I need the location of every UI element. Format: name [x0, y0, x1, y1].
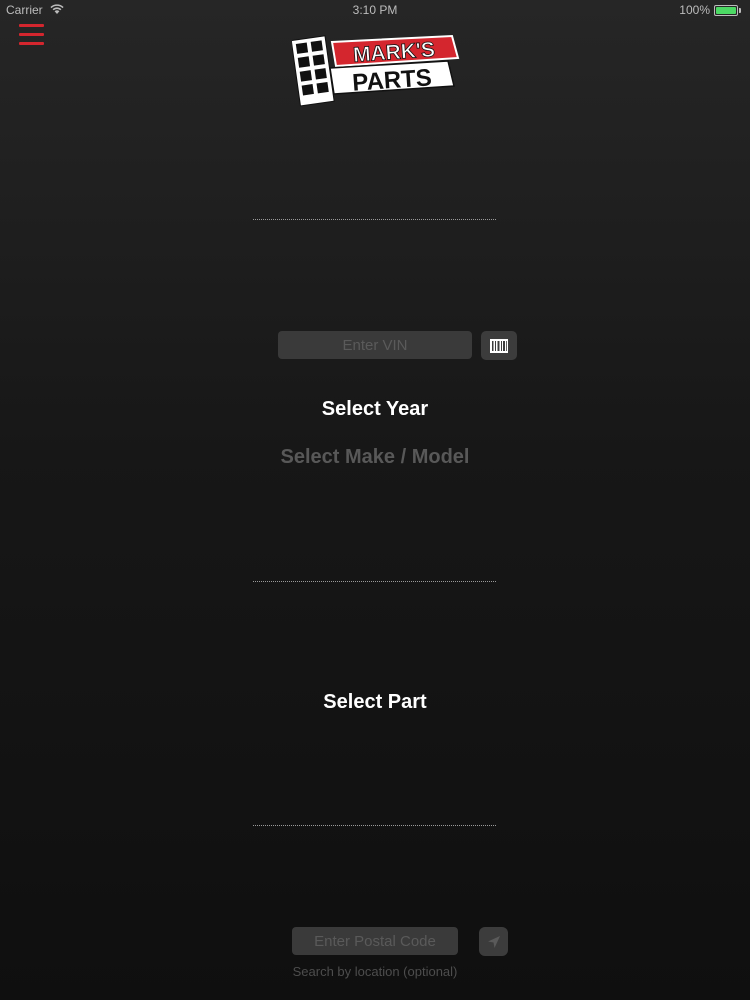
battery-icon	[714, 5, 738, 16]
menu-bar	[19, 33, 44, 36]
barcode-icon	[490, 338, 508, 353]
clock: 3:10 PM	[352, 3, 398, 17]
screen: Carrier 3:10 PM 100% MARK'S PARTS Enter …	[0, 0, 750, 1000]
logo-line2: PARTS	[351, 64, 432, 96]
barcode-scan-button[interactable]	[481, 331, 517, 360]
battery-level	[716, 7, 736, 14]
battery-tip	[739, 8, 741, 13]
menu-bar	[19, 42, 44, 45]
postal-code-input[interactable]	[292, 927, 458, 955]
hamburger-menu-icon[interactable]	[19, 22, 44, 48]
divider	[253, 581, 496, 582]
select-year-button[interactable]: Select Year	[0, 398, 750, 421]
status-bar: Carrier 3:10 PM 100%	[0, 0, 750, 20]
divider	[253, 219, 496, 220]
location-icon	[487, 935, 500, 948]
divider	[253, 825, 496, 826]
battery-percentage: 100%	[679, 3, 710, 17]
select-make-model-button[interactable]: Select Make / Model	[0, 446, 750, 469]
menu-bar	[19, 24, 44, 27]
marks-parts-logo: MARK'S PARTS	[292, 34, 460, 107]
location-button[interactable]	[479, 927, 508, 956]
location-hint: Search by location (optional)	[292, 964, 458, 979]
select-part-button[interactable]: Select Part	[0, 691, 750, 714]
vin-input[interactable]	[278, 331, 472, 359]
